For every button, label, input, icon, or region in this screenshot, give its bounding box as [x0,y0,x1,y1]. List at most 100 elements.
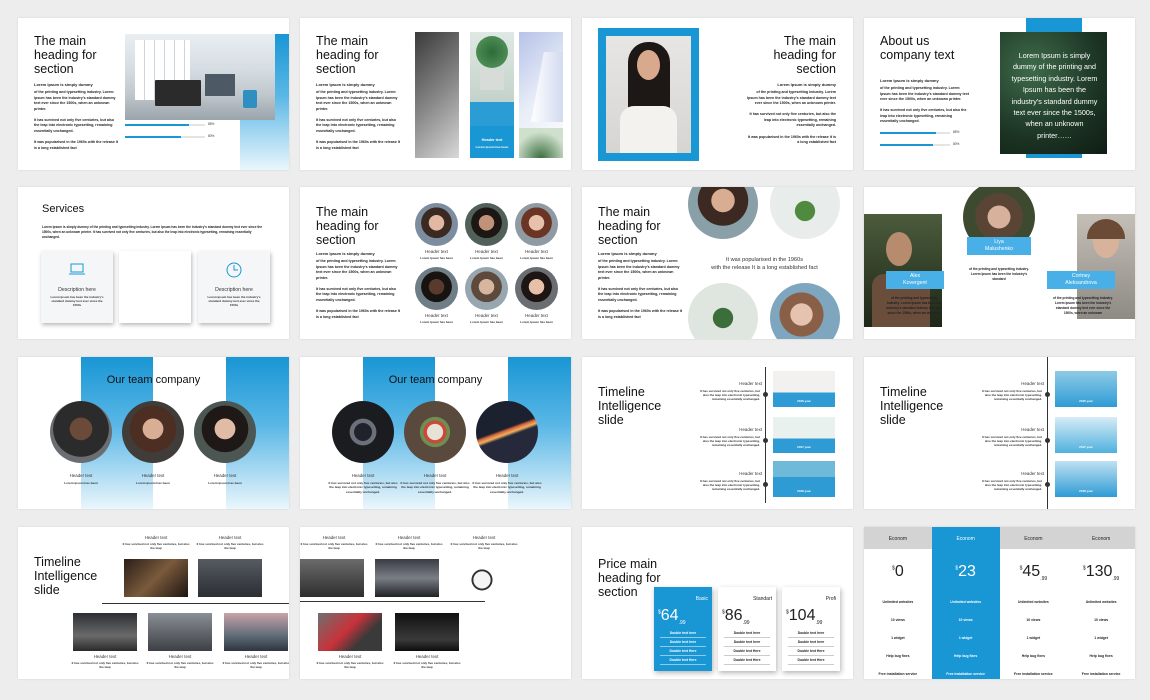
slide-14-timeline-photos-2[interactable]: Header text It has survived not only five… [300,527,571,679]
person-label: Header text [525,313,548,318]
card-title: Header text [481,138,503,142]
lead-text: Lorem Ipsum is simply dummy [34,82,93,87]
pricing-column[interactable]: Econom $130.99 Unlimited websites 10 views 1… [1067,527,1135,679]
slide-4-about-us[interactable]: About us company text Lorem Ipsum is sim… [864,18,1135,170]
plan-name: Basic [695,596,708,602]
card-text: Lorem Ipsum has been the industry's stan… [50,295,104,308]
feature-row: 1 widget [958,636,973,640]
service-card-1[interactable]: Description here Lorem Ipsum has been th… [41,251,113,323]
timeline-axis [300,601,485,602]
timeline-label: Header text [93,654,117,659]
timeline-text: It has survived not only five centuries,… [699,389,760,402]
plan-feature: Double text here [669,640,697,644]
person-circle-photo [465,203,508,246]
plan-price: $104.99 [786,607,822,626]
slide-2-main-heading-plants[interactable]: The main heading for section Lorem Ipsum… [300,18,571,170]
slide-9-our-team[interactable]: Our team company Header text Lorem Ipsum … [18,357,289,509]
lead-text: Lorem Ipsum is simply dummy [316,82,375,87]
feature-divider [788,664,834,665]
timeline-photo [318,613,382,651]
plan-feature: Double text Here [797,649,825,653]
timeline-text: It has survived not only five centuries,… [146,661,214,670]
watch-circle-photo [332,401,394,463]
progress-bar-1 [880,132,950,134]
slide-6-main-heading-people[interactable]: The main heading for section Lorem Ipsum… [300,187,571,339]
person-label: Header text [525,249,548,254]
slide-10-our-team-photos[interactable]: Our team company Header text It has survi… [300,357,571,509]
timeline-label: Header text [1021,427,1044,432]
member-sub: Lorem Ipsum has been [208,481,242,485]
timeline-photo [375,559,439,597]
slide-3-main-heading-portrait[interactable]: The main heading for section Lorem Ipsum… [582,18,853,170]
slide-5-services[interactable]: Services Lorem Ipsum is simply dummy of … [18,187,289,339]
pricing-column[interactable]: Econom $0 Unlimited websites 10 views 1 widg… [864,527,932,679]
slide-15-price[interactable]: Price main heading for section Basic $64.… [582,527,853,679]
card-label: Description here [136,287,174,293]
year-label: 2016 year [1079,399,1093,403]
price-value: 0 [894,563,904,580]
timeline-text: It has survived not only five centuries,… [981,479,1042,492]
person-circle-photo [465,267,508,310]
slide-1-main-heading-office[interactable]: The main heading for section Lorem Ipsum… [18,18,289,170]
feature-row: Unlimited websites [1018,600,1049,604]
service-card-3[interactable]: Description here Lorem Ipsum has been th… [198,251,270,323]
price-card[interactable]: Basic $64.99 Double text here Double text h… [654,587,712,671]
feature-row: Free installation service [946,672,985,676]
progress-label-1: 85% [953,130,960,134]
person-text-3: of the printing and typesetting industry… [1053,296,1113,315]
year-label: 2018 year [1079,489,1093,493]
body-text: of the printing and typesetting industry… [880,86,969,124]
timeline-label: Header text [739,471,762,476]
feature-row: Free installation service [1014,672,1053,676]
slide-11-timeline[interactable]: Timeline Intelligence slide Header text I… [582,357,853,509]
member-label: Header text [69,473,93,478]
progress-label-2: 80% [208,134,215,138]
slide-7-main-heading-circles[interactable]: The main heading for section Lorem Ipsum… [582,187,853,339]
team-circle-3 [194,401,256,463]
slide-8-team-names[interactable]: Alex Kovergent Liya Malushenko Cortney A… [864,187,1135,339]
map-pin-icon [148,260,162,276]
member-label: Header text [351,473,375,478]
flower-circle-photo [688,283,758,339]
slide-16-pricing-table[interactable]: Econom $0 Unlimited websites 10 views 1 widg… [864,527,1135,679]
timeline-dot [763,392,768,397]
pricing-column[interactable]: Econom $23 Unlimited websites 10 views 1 wid… [931,527,1000,679]
pricing-column[interactable]: Econom $45.99 Unlimited websites 10 views 1 … [999,527,1068,679]
woman-2-circle-photo [770,283,840,339]
feature-row: Free installation service [1081,672,1121,676]
card-label: Description here [58,287,96,293]
timeline-text: It has survived not only five centuries,… [981,435,1042,448]
price-card[interactable]: Standart $86.99 Double text here Double tex… [718,587,776,671]
feature-row: 10 views [890,618,905,622]
leaves-photo: Lorem Ipsum is simply dummy of the print… [1000,32,1107,154]
slide-title: The main heading for section [598,205,661,248]
plan-feature: Double text here [669,631,697,635]
feature-row: Unlimited websites [1085,600,1117,604]
timeline-label: Header text [739,381,762,386]
member-sub: It has survived not only five centuries,… [328,481,398,494]
price-value: 86 [724,607,743,624]
plan-name: Econom [1091,536,1111,542]
plan-feature: Double text Here [669,649,697,653]
plan-feature: Double text Here [797,658,825,662]
timeline-text: It has survived not only five centuries,… [450,542,518,551]
timeline-dot [1045,392,1050,397]
slide-13-timeline-photos[interactable]: Timeline Intelligence slide Header text I… [18,527,289,679]
price-card[interactable]: Profi $104.99 Double text here Double text … [782,587,840,671]
timeline-photo [395,613,459,651]
woman-circle-photo [688,187,758,239]
plan-name: Econom [888,536,908,542]
timeline-text: It has survived not only five centuries,… [316,661,384,670]
lead-text: Lorem Ipsum is simply dummy [777,82,836,87]
name-badge-3: Cortney Aleksandrova [1047,271,1115,289]
timeline-label: Header text [244,654,268,659]
plant-photo [470,32,514,127]
slide-title: Timeline Intelligence slide [34,555,98,598]
slide-12-timeline-sea[interactable]: Timeline Intelligence slide Header text I… [864,357,1135,509]
feature-divider [660,646,706,647]
timeline-axis [102,603,289,604]
feature-row: Help bug fixes [954,654,978,658]
slide-title: The main heading for section [34,34,97,77]
service-card-2[interactable]: Description here Lorem Ipsum has been th… [119,251,191,323]
plan-price: $45.99 [1000,563,1068,582]
